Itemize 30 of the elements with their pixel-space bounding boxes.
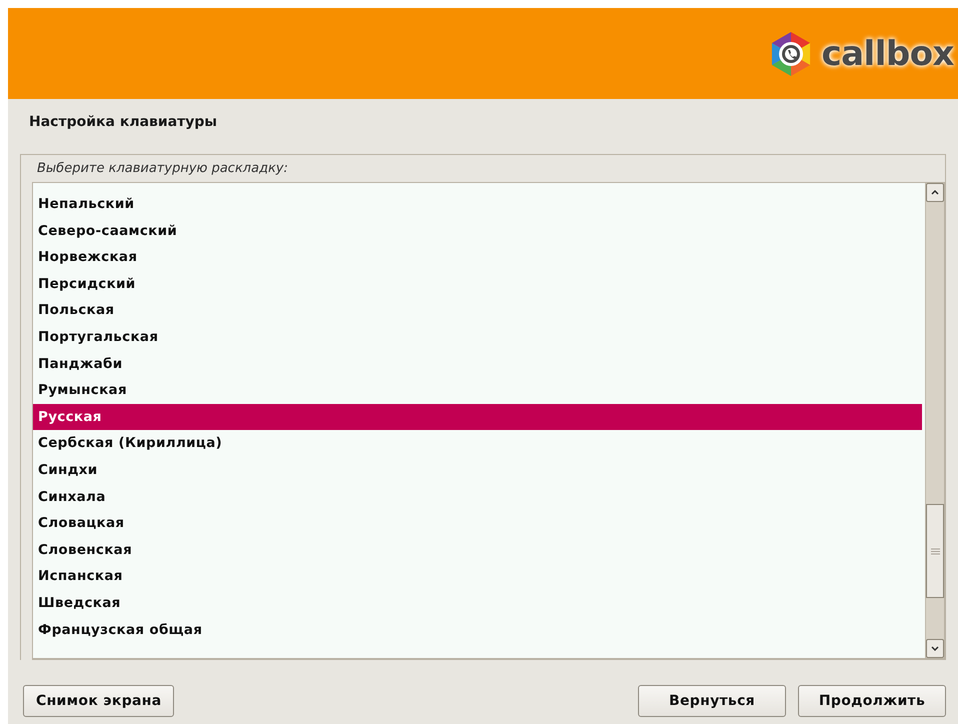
list-item[interactable]: Французская общая [33, 616, 922, 644]
list-item[interactable]: Персидский [33, 270, 922, 298]
scroll-up-button[interactable] [926, 183, 944, 202]
list-item[interactable]: Испанская [33, 563, 922, 590]
scrollbar[interactable] [925, 183, 944, 658]
list-item[interactable]: Сербская (Кириллица) [33, 430, 922, 457]
screenshot-button[interactable]: Снимок экрана [23, 685, 174, 717]
caret-down-icon [931, 646, 939, 651]
page-title: Настройка клавиатуры [28, 113, 218, 132]
list-item[interactable]: Словацкая [33, 510, 922, 537]
list-item[interactable]: Шведская [33, 590, 922, 616]
list-item[interactable]: Польская [33, 297, 922, 324]
list-item[interactable]: Русская [33, 404, 922, 430]
caret-up-icon [931, 190, 939, 195]
back-button[interactable]: Вернуться [638, 685, 786, 717]
list-item[interactable]: Синдхи [33, 456, 922, 484]
list-item[interactable]: Словенская [33, 536, 922, 564]
list-item[interactable]: Португальская [33, 324, 922, 351]
grip-icon [930, 548, 940, 554]
list-item[interactable]: Синхала [33, 484, 922, 510]
scroll-thumb[interactable] [926, 504, 944, 598]
list-item[interactable]: Норвежская [33, 244, 922, 271]
prompt-label: Выберите клавиатурную раскладку: [36, 160, 289, 178]
list-item[interactable]: Непальский [33, 191, 922, 218]
list-item[interactable]: Румынская [33, 377, 922, 404]
scroll-down-button[interactable] [926, 639, 944, 658]
continue-button[interactable]: Продолжить [798, 685, 946, 717]
list-item[interactable]: Панджаби [33, 350, 922, 378]
list-item[interactable]: Северо-саамский [33, 218, 922, 244]
logo-text: callbox [821, 34, 954, 74]
